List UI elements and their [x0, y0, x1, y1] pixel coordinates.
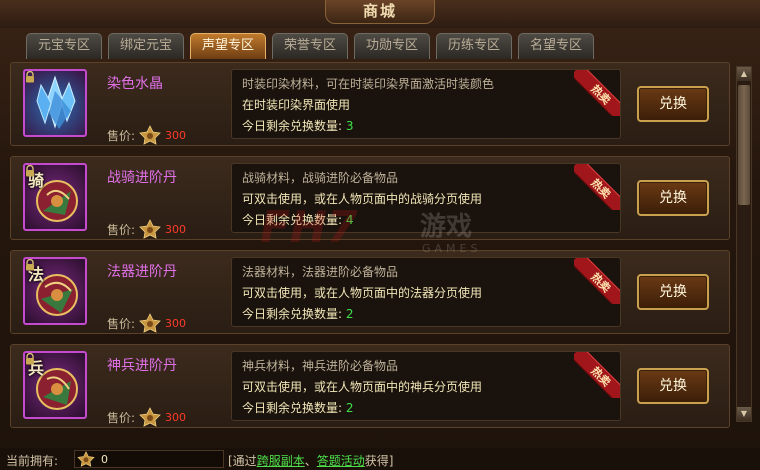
crystal-icon[interactable]: [23, 69, 87, 137]
desc-line-1: 神兵材料，神兵进阶必备物品: [242, 359, 399, 373]
desc-line-2: 可双击使用，或在人物页面中的法器分页使用: [242, 286, 483, 300]
remain-count: 4: [345, 213, 354, 227]
item-name: 法器进阶丹: [107, 264, 177, 280]
item-description: 神兵材料，神兵进阶必备物品 可双击使用，或在人物页面中的神兵分页使用 今日剩余兑…: [231, 351, 621, 421]
tab-experience[interactable]: 历练专区: [436, 33, 512, 59]
remain-label: 今日剩余兑换数量:: [242, 307, 343, 321]
reputation-medal-icon: [139, 219, 161, 239]
remain-count: 2: [345, 401, 354, 415]
tab-merit[interactable]: 功勋专区: [354, 33, 430, 59]
remain-count: 3: [345, 119, 354, 133]
item-name: 战骑进阶丹: [107, 170, 177, 186]
lock-icon: [26, 353, 34, 365]
price-value: 300: [165, 410, 187, 424]
reputation-medal-icon: [77, 451, 95, 467]
cross-server-dungeon-link[interactable]: 跨服副本: [257, 454, 305, 468]
hot-sale-ribbon: 热卖: [574, 70, 620, 116]
lock-icon: [26, 71, 34, 83]
ribbon-label: 热卖: [574, 164, 620, 210]
scrollbar[interactable]: ▲ ▼: [736, 66, 752, 422]
reputation-medal-icon: [139, 313, 161, 333]
quiz-event-link[interactable]: 答题活动: [317, 454, 365, 468]
window-title: 商城: [325, 0, 435, 24]
list-item: 骑 战骑进阶丹 售价: 300 战骑材料，战骑进阶必备物品 可双击使用，或在人物…: [10, 156, 730, 240]
artifact-pill-icon[interactable]: 法: [23, 257, 87, 325]
price-value: 300: [165, 222, 187, 236]
scroll-thumb[interactable]: [738, 85, 750, 205]
item-list: 染色水晶 售价: 300 时装印染材料，可在时装印染界面激活时装颜色 在时装印染…: [10, 62, 730, 434]
lock-icon: [26, 259, 34, 271]
list-item: 法 法器进阶丹 售价: 300 法器材料，法器进阶必备物品 可双击使用，或在人物…: [10, 250, 730, 334]
reputation-medal-icon: [139, 407, 161, 427]
tab-bound-yuanbao[interactable]: 绑定元宝: [108, 33, 184, 59]
acquire-hint: [通过跨服副本、答题活动获得]: [228, 452, 393, 469]
desc-line-2: 可双击使用，或在人物页面中的神兵分页使用: [242, 380, 483, 394]
shop-window: 商城 元宝专区 绑定元宝 声望专区 荣誉专区 功勋专区 历练专区 名望专区 染色…: [0, 0, 760, 470]
scroll-down-arrow-icon[interactable]: ▼: [737, 407, 751, 421]
price-label: 售价:: [107, 410, 136, 425]
tab-yuanbao[interactable]: 元宝专区: [26, 33, 102, 59]
remain-line: 今日剩余兑换数量: 2: [242, 398, 610, 419]
ribbon-label: 热卖: [574, 258, 620, 304]
tab-reputation[interactable]: 声望专区: [190, 33, 266, 59]
ribbon-label: 热卖: [574, 70, 620, 116]
item-description: 法器材料，法器进阶必备物品 可双击使用，或在人物页面中的法器分页使用 今日剩余兑…: [231, 257, 621, 327]
hot-sale-ribbon: 热卖: [574, 258, 620, 304]
price-label: 售价:: [107, 316, 136, 331]
item-price: 售价: 300: [107, 313, 186, 333]
title-bar: 商城: [0, 0, 760, 28]
hint-separator: 、: [304, 454, 317, 468]
remain-count: 2: [345, 307, 354, 321]
desc-line-1: 法器材料，法器进阶必备物品: [242, 265, 399, 279]
item-name: 染色水晶: [107, 76, 163, 92]
exchange-button[interactable]: 兑换: [637, 180, 709, 216]
owned-currency: 0: [74, 450, 224, 468]
hint-suffix: 获得]: [364, 454, 394, 468]
remain-label: 今日剩余兑换数量:: [242, 213, 343, 227]
desc-line-2: 可双击使用，或在人物页面中的战骑分页使用: [242, 192, 483, 206]
tab-bar: 元宝专区 绑定元宝 声望专区 荣誉专区 功勋专区 历练专区 名望专区: [26, 33, 594, 59]
price-value: 300: [165, 128, 187, 142]
exchange-button[interactable]: 兑换: [637, 86, 709, 122]
exchange-button[interactable]: 兑换: [637, 368, 709, 404]
price-value: 300: [165, 316, 187, 330]
item-name: 神兵进阶丹: [107, 358, 177, 374]
price-label: 售价:: [107, 128, 136, 143]
remain-label: 今日剩余兑换数量:: [242, 401, 343, 415]
tab-honor[interactable]: 荣誉专区: [272, 33, 348, 59]
item-description: 时装印染材料，可在时装印染界面激活时装颜色 在时装印染界面使用 今日剩余兑换数量…: [231, 69, 621, 139]
item-description: 战骑材料，战骑进阶必备物品 可双击使用，或在人物页面中的战骑分页使用 今日剩余兑…: [231, 163, 621, 233]
list-item: 染色水晶 售价: 300 时装印染材料，可在时装印染界面激活时装颜色 在时装印染…: [10, 62, 730, 146]
ribbon-label: 热卖: [574, 352, 620, 398]
desc-line-1: 时装印染材料，可在时装印染界面激活时装颜色: [242, 77, 495, 91]
hot-sale-ribbon: 热卖: [574, 352, 620, 398]
remain-line: 今日剩余兑换数量: 3: [242, 116, 610, 137]
remain-label: 今日剩余兑换数量:: [242, 119, 343, 133]
exchange-button[interactable]: 兑换: [637, 274, 709, 310]
item-price: 售价: 300: [107, 125, 186, 145]
owned-label: 当前拥有:: [6, 454, 59, 468]
lock-icon: [26, 165, 34, 177]
mount-pill-icon[interactable]: 骑: [23, 163, 87, 231]
footer: 当前拥有: 0 [通过跨服副本、答题活动获得]: [0, 448, 760, 470]
remain-line: 今日剩余兑换数量: 4: [242, 210, 610, 231]
desc-line-2: 在时装印染界面使用: [242, 98, 351, 112]
owned-value: 0: [101, 452, 108, 466]
remain-line: 今日剩余兑换数量: 2: [242, 304, 610, 325]
item-price: 售价: 300: [107, 407, 186, 427]
reputation-medal-icon: [139, 125, 161, 145]
tab-prestige[interactable]: 名望专区: [518, 33, 594, 59]
price-label: 售价:: [107, 222, 136, 237]
item-price: 售价: 300: [107, 219, 186, 239]
scroll-up-arrow-icon[interactable]: ▲: [737, 67, 751, 81]
desc-line-1: 战骑材料，战骑进阶必备物品: [242, 171, 399, 185]
weapon-pill-icon[interactable]: 兵: [23, 351, 87, 419]
hint-prefix: [通过: [228, 454, 257, 468]
hot-sale-ribbon: 热卖: [574, 164, 620, 210]
list-item: 兵 神兵进阶丹 售价: 300 神兵材料，神兵进阶必备物品 可双击使用，或在人物…: [10, 344, 730, 428]
